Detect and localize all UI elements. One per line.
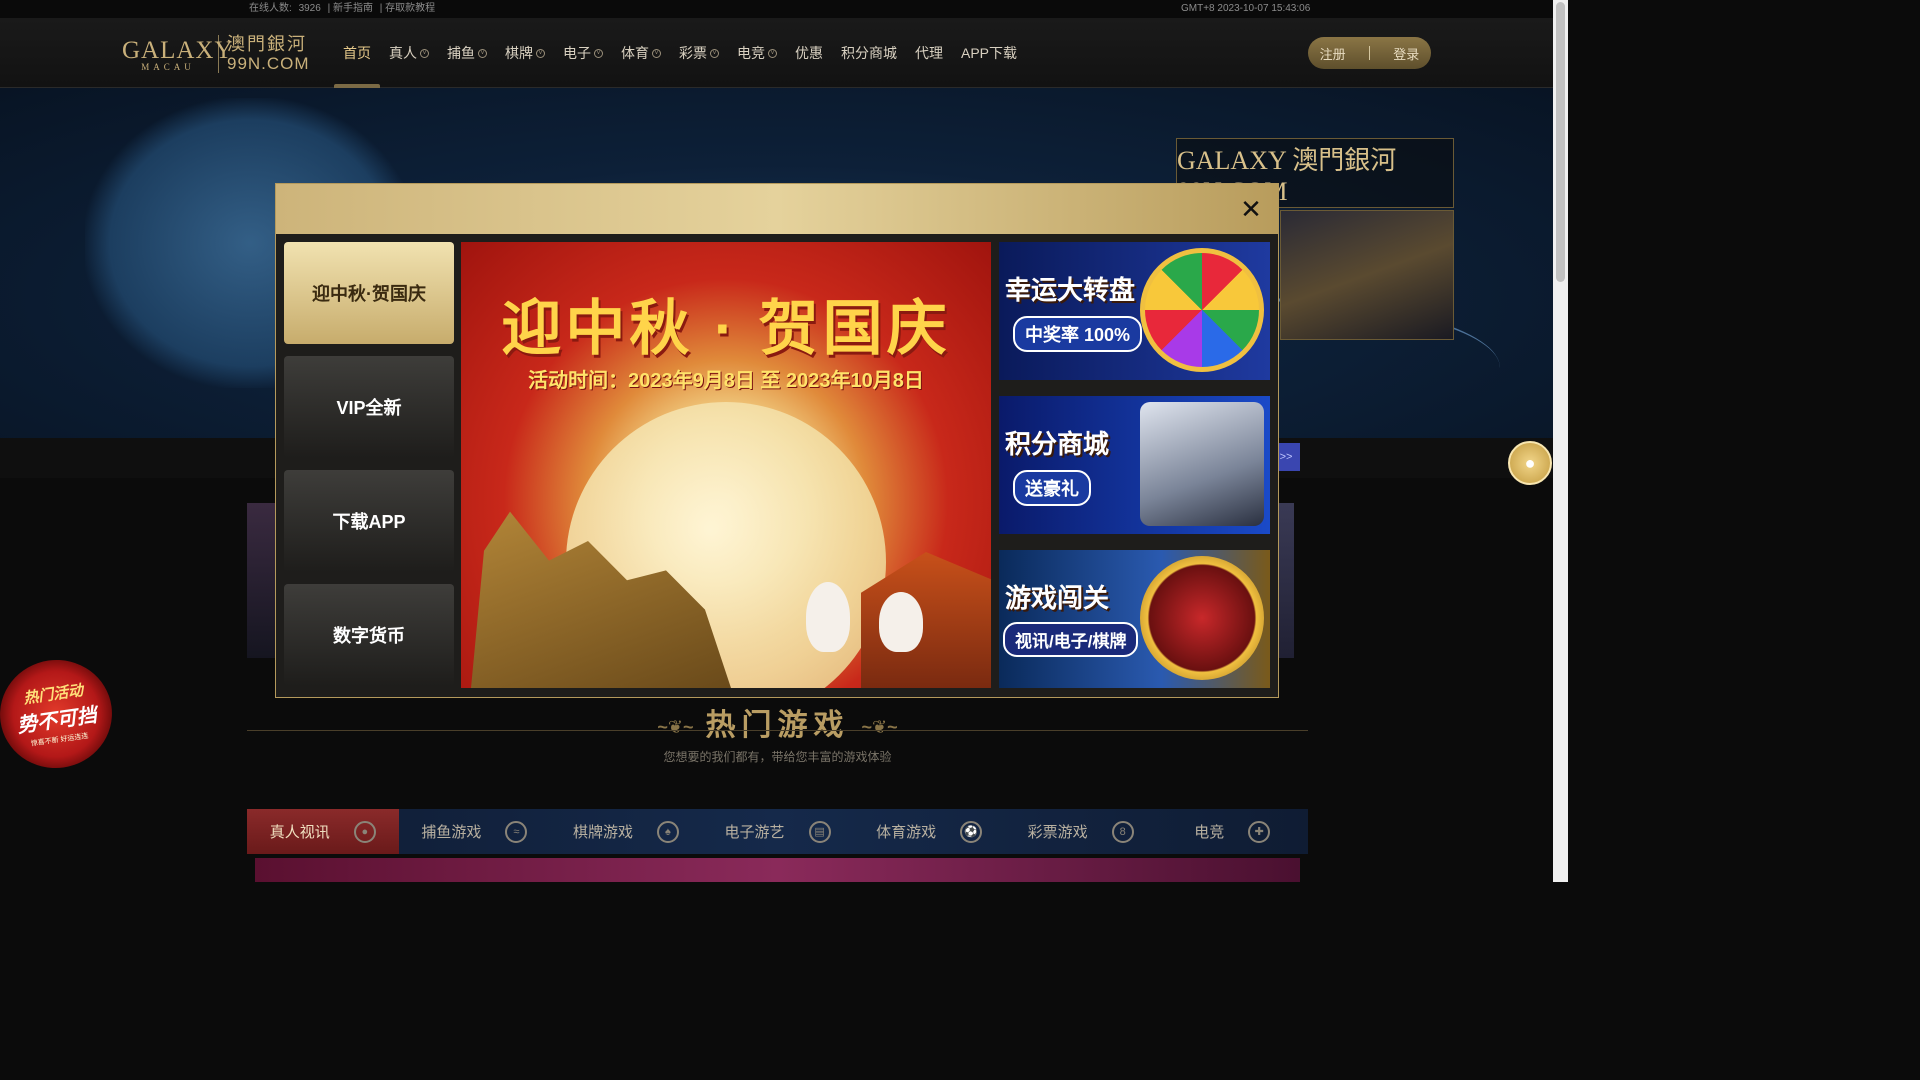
side-btn-crypto[interactable]: 数字货币 (284, 584, 454, 686)
casino-photo (1280, 210, 1454, 340)
ornament-icon: ~❦~ (861, 716, 898, 737)
nav-fishing[interactable]: 捕鱼 v (438, 18, 496, 88)
tab-esports[interactable]: 电竞 ✚ (1156, 809, 1308, 854)
promo-dates: 活动时间：2023年9月8日 至 2023年10月8日 (528, 370, 924, 392)
tab-slots[interactable]: 电子游艺 ▤ (702, 809, 854, 854)
nav-sports[interactable]: 体育 v (612, 18, 670, 88)
tutorial-link[interactable]: | 存取款教程 (380, 3, 435, 14)
side-btn-vip[interactable]: VIP全新 (284, 356, 454, 458)
online-count: 3926 (298, 3, 321, 14)
promo-cards: 幸运大转盘 中奖率 100% 积分商城 送豪礼 游戏闯关 视讯/电子/棋牌 (999, 242, 1270, 704)
side-btn-download-app[interactable]: 下载APP (284, 470, 454, 572)
card-points-mall[interactable]: 积分商城 送豪礼 (999, 396, 1270, 534)
chevron-down-icon: v (420, 48, 429, 58)
ornament-icon: ~❦~ (657, 716, 694, 737)
hot-games-subtitle: 您想要的我们都有，带给您丰富的游戏体验 (663, 750, 892, 764)
rabbit-illustration (879, 592, 923, 652)
tab-chess[interactable]: 棋牌游戏 ♠ (550, 809, 702, 854)
nav-chess[interactable]: 棋牌 v (496, 18, 554, 88)
nav-points-mall[interactable]: 积分商城 (832, 18, 906, 88)
page-scrollbar[interactable] (1553, 0, 1568, 882)
logo-wordmark: GALAXY MACAU (122, 36, 234, 72)
login-button[interactable]: 登录 (1393, 44, 1419, 63)
slot-icon: ▤ (808, 820, 831, 843)
nav-lottery[interactable]: 彩票 v (670, 18, 728, 88)
chat-icon: ● (1524, 452, 1536, 473)
online-label: 在线人数: (249, 3, 292, 14)
chevron-down-icon: v (478, 48, 487, 58)
modal-header: ✕ (276, 184, 1278, 234)
promo-modal: ✕ 迎中秋·贺国庆 VIP全新 下载APP 数字货币 迎中秋 · 贺国庆 活动时… (275, 183, 1279, 698)
nav-agent[interactable]: 代理 (906, 18, 952, 88)
chevron-down-icon: v (768, 48, 777, 58)
tab-sports[interactable]: 体育游戏 ⚽ (853, 809, 1005, 854)
tab-fishing[interactable]: 捕鱼游戏 ≈ (399, 809, 551, 854)
guide-link[interactable]: | 新手指南 (328, 3, 373, 14)
card-lucky-wheel[interactable]: 幸运大转盘 中奖率 100% (999, 242, 1270, 380)
logo-cn: 澳門銀河 99N.COM (227, 34, 310, 73)
hot-activity-badge[interactable]: 热门活动 势不可挡 惊喜不断 好运连连 (0, 652, 119, 776)
soccer-icon: ⚽ (960, 820, 983, 843)
lottery-ball-icon: 8 (1111, 820, 1134, 843)
chevron-down-icon: v (594, 48, 603, 58)
tab-live[interactable]: 真人视讯 ● (247, 809, 399, 854)
nav-live[interactable]: 真人 v (380, 18, 438, 88)
top-info-bar: 在线人数: 3926 | 新手指南 | 存取款教程 GMT+8 2023-10-… (0, 0, 1553, 18)
side-btn-mid-autumn[interactable]: 迎中秋·贺国庆 (284, 242, 454, 344)
chevron-down-icon: v (536, 48, 545, 58)
mascot-icon (1140, 556, 1264, 680)
cards-icon: ♠ (656, 820, 679, 843)
auth-buttons: 注册 登录 (1308, 37, 1431, 69)
game-showcase[interactable] (255, 858, 1300, 882)
tab-lottery[interactable]: 彩票游戏 8 (1005, 809, 1157, 854)
nav-app-download[interactable]: APP下载 (952, 18, 1026, 88)
main-nav: 首页 真人 v 捕鱼 v 棋牌 v 电子 v 体育 v 彩票 v 电竞 v 优惠 积分商城 代… (334, 18, 1026, 88)
server-datetime: GMT+8 2023-10-07 15:43:06 (1181, 3, 1311, 14)
modal-side-menu: 迎中秋·贺国庆 VIP全新 下载APP 数字货币 (284, 242, 454, 698)
site-header: GALAXY MACAU 澳門銀河 99N.COM 首页 真人 v 捕鱼 v 棋牌 v… (0, 18, 1553, 88)
card-game-challenge[interactable]: 游戏闯关 视讯/电子/棋牌 (999, 550, 1270, 688)
close-icon[interactable]: ✕ (1240, 196, 1262, 222)
rabbit-illustration (806, 582, 850, 652)
wheel-icon (1140, 248, 1264, 372)
chip-icon: ● (353, 820, 376, 843)
register-button[interactable]: 注册 (1320, 44, 1346, 63)
site-logo[interactable]: GALAXY MACAU 澳門銀河 99N.COM (122, 26, 318, 82)
chevron-down-icon: v (710, 48, 719, 58)
nav-slots[interactable]: 电子 v (554, 18, 612, 88)
promo-main-image[interactable]: 迎中秋 · 贺国庆 活动时间：2023年9月8日 至 2023年10月8日 (461, 242, 991, 688)
nav-esports[interactable]: 电竞 v (728, 18, 786, 88)
hot-games-title: ~❦~ 热门游戏 ~❦~ (657, 709, 898, 742)
nav-home[interactable]: 首页 (334, 18, 380, 88)
customer-service-button[interactable]: ● (1508, 441, 1552, 485)
gift-car-icon (1140, 402, 1264, 526)
chevron-down-icon: v (652, 48, 661, 58)
fish-icon: ≈ (505, 820, 528, 843)
nav-promotions[interactable]: 优惠 (786, 18, 832, 88)
page: 在线人数: 3926 | 新手指南 | 存取款教程 GMT+8 2023-10-… (0, 0, 1568, 882)
game-category-tabs: 真人视讯 ● 捕鱼游戏 ≈ 棋牌游戏 ♠ 电子游艺 ▤ 体育游戏 ⚽ 彩票游戏 8 电竞 ✚ (247, 809, 1308, 854)
promo-headline: 迎中秋 · 贺国庆 (501, 295, 951, 362)
gamepad-icon: ✚ (1248, 820, 1271, 843)
